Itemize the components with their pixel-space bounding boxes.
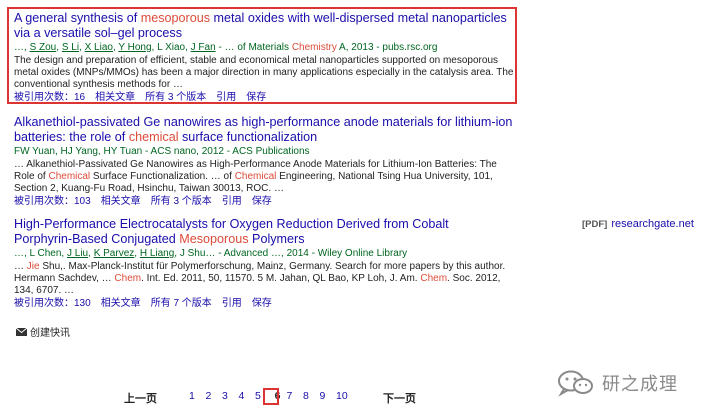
result-authors-source: FW Yuan, HJ Yang, HY Tuan - ACS nano, 20…	[14, 146, 514, 158]
snippet-text: The design and preparation of efficient,…	[14, 55, 514, 90]
page-link-7[interactable]: 7	[287, 390, 304, 402]
next-page-link[interactable]: 下一页	[383, 390, 416, 406]
wechat-watermark: 研之成理	[556, 368, 678, 398]
cited-by-link[interactable]: 被引用次数：130	[14, 298, 91, 309]
pdf-link[interactable]: [PDF] researchgate.net	[582, 218, 694, 230]
cite-link[interactable]: 引用	[216, 92, 236, 103]
author-link[interactable]: S Zou	[30, 42, 57, 53]
snippet-keyword: Chem	[420, 273, 448, 284]
create-alert-label: 创建快讯	[30, 328, 70, 339]
author-link[interactable]: J Liu	[67, 248, 88, 259]
title-text[interactable]: Polymers	[249, 232, 305, 246]
related-articles-link[interactable]: 相关文章	[95, 92, 135, 103]
title-text[interactable]: surface functionalization	[179, 130, 317, 144]
current-page-frame	[263, 388, 279, 405]
result-authors-source: …, L Chen, J Liu, K Parvez, H Liang, J S…	[14, 248, 514, 260]
search-result-3: High‑Performance Electrocatalysts for Ox…	[14, 217, 514, 310]
envelope-icon	[16, 327, 27, 336]
author-link[interactable]: X Liao	[85, 42, 113, 53]
result-snippet: … Alkanethiol-Passivated Ge Nanowires as…	[14, 159, 514, 195]
result-title-link[interactable]: High‑Performance Electrocatalysts for Ox…	[14, 217, 514, 247]
snippet-keyword: Chem	[114, 273, 142, 284]
snippet-keyword: Chemical	[234, 171, 277, 182]
meta-keyword: Chemistry	[291, 42, 337, 53]
title-keyword[interactable]: chemical	[129, 130, 179, 144]
page-link-8[interactable]: 8	[303, 390, 320, 402]
page-link-1[interactable]: 1	[189, 390, 206, 402]
page-link-3[interactable]: 3	[222, 390, 239, 402]
cited-by-link[interactable]: 被引用次数：16	[14, 92, 85, 103]
snippet-keyword: Chemical	[48, 171, 91, 182]
result-snippet: … Jie Shu,. Max-Planck-Institut für Poly…	[14, 261, 514, 297]
pdf-tag: [PDF]	[582, 219, 608, 230]
wechat-logo-icon	[558, 370, 593, 397]
create-alert-link[interactable]: 创建快讯	[16, 324, 70, 339]
result-authors-source: …, S Zou, S Li, X Liao, Y Hong, L Xiao, …	[14, 42, 514, 54]
result-actions: 被引用次数：130 相关文章 所有 7 个版本 引用 保存	[14, 298, 514, 310]
page-link-10[interactable]: 10	[336, 390, 353, 402]
meta-text: A, 2013 - pubs.rsc.org	[336, 42, 438, 53]
meta-text: …, L Chen,	[14, 248, 67, 259]
prev-page-link[interactable]: 上一页	[124, 390, 157, 406]
related-articles-link[interactable]: 相关文章	[101, 196, 141, 207]
author-link[interactable]: Y Hong	[118, 42, 151, 53]
author-link[interactable]: S Li	[62, 42, 79, 53]
cited-by-link[interactable]: 被引用次数：103	[14, 196, 91, 207]
search-result-1: A general synthesis of mesoporous metal …	[14, 11, 514, 104]
title-keyword[interactable]: Mesoporous	[179, 232, 248, 246]
meta-text: , L Xiao,	[151, 42, 191, 53]
save-link[interactable]: 保存	[252, 196, 272, 207]
result-title-link[interactable]: A general synthesis of mesoporous metal …	[14, 11, 514, 41]
snippet-text: . Int. Ed. 2011, 50, 11570. 5 M. Jahan, …	[141, 273, 421, 284]
author-link[interactable]: H Liang	[140, 248, 174, 259]
all-versions-link[interactable]: 所有 3 个版本	[145, 92, 206, 103]
title-keyword[interactable]: mesoporous	[141, 11, 210, 25]
meta-text: - … of Materials	[215, 42, 292, 53]
page-link-9[interactable]: 9	[320, 390, 337, 402]
save-link[interactable]: 保存	[252, 298, 272, 309]
snippet-keyword: Jie	[26, 261, 40, 272]
page-link-2[interactable]: 2	[206, 390, 223, 402]
all-versions-link[interactable]: 所有 7 个版本	[151, 298, 212, 309]
meta-text: …,	[14, 42, 30, 53]
snippet-text: Surface Functionalization. … of	[90, 171, 235, 182]
title-text[interactable]: A general synthesis of	[14, 11, 141, 25]
meta-text: , J Shu… - Advanced …, 2014 - Wiley Onli…	[174, 248, 408, 259]
cite-link[interactable]: 引用	[222, 298, 242, 309]
result-actions: 被引用次数：103 相关文章 所有 3 个版本 引用 保存	[14, 196, 514, 208]
snippet-text: …	[14, 261, 27, 272]
save-link[interactable]: 保存	[246, 92, 266, 103]
author-link[interactable]: K Parvez	[94, 248, 135, 259]
watermark-text: 研之成理	[602, 374, 678, 394]
result-actions: 被引用次数：16 相关文章 所有 3 个版本 引用 保存	[14, 92, 514, 104]
result-title-link[interactable]: Alkanethiol-passivated Ge nanowires as h…	[14, 115, 514, 145]
search-result-2: Alkanethiol-passivated Ge nanowires as h…	[14, 115, 514, 208]
pdf-domain[interactable]: researchgate.net	[611, 218, 694, 230]
author-link[interactable]: J Fan	[191, 42, 216, 53]
page-link-4[interactable]: 4	[239, 390, 256, 402]
related-articles-link[interactable]: 相关文章	[101, 298, 141, 309]
cite-link[interactable]: 引用	[222, 196, 242, 207]
all-versions-link[interactable]: 所有 3 个版本	[151, 196, 212, 207]
result-snippet: The design and preparation of efficient,…	[14, 55, 514, 91]
meta-text: FW Yuan, HJ Yang, HY Tuan - ACS nano, 20…	[14, 146, 310, 157]
